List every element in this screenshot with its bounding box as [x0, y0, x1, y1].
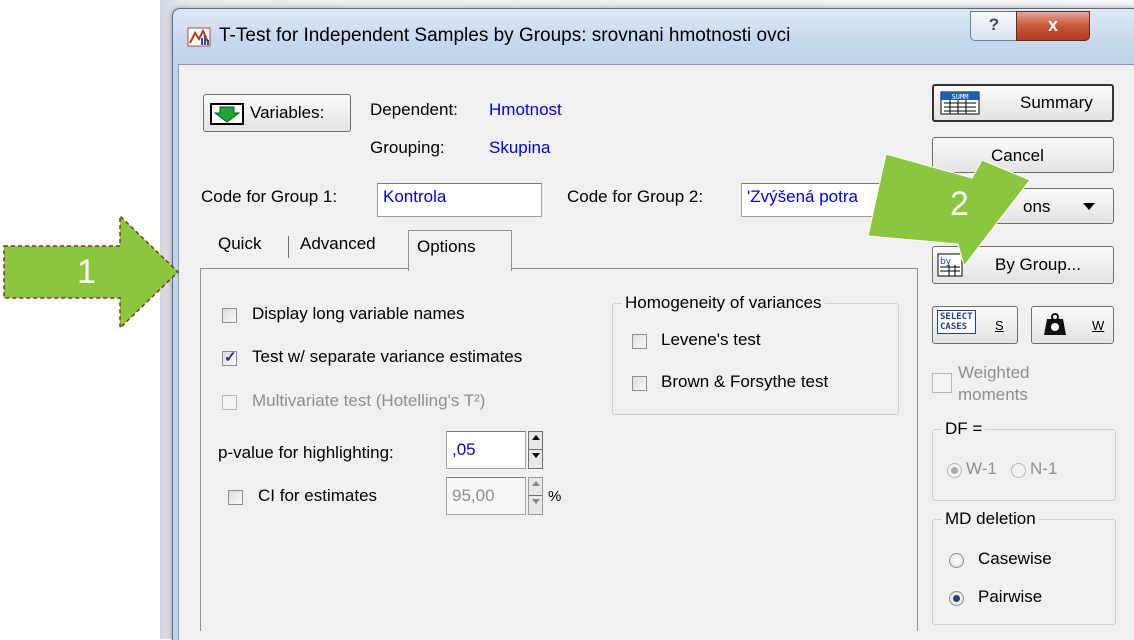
app-chart-icon	[187, 27, 211, 47]
select-cases-key: S	[995, 318, 1004, 333]
tab-options[interactable]: Options	[408, 230, 512, 271]
separate-variance-label: Test w/ separate variance estimates	[252, 347, 523, 366]
df-w1-radio[interactable]	[947, 463, 962, 478]
weight-button[interactable]: W	[1031, 306, 1114, 344]
summary-button[interactable]: SUMM Summary	[932, 84, 1114, 122]
dependent-value: Hmotnost	[489, 100, 562, 119]
spin-down-icon	[532, 499, 540, 504]
ci-estimates-label: CI for estimates	[258, 486, 378, 505]
md-deletion-group	[932, 519, 1116, 625]
md-deletion-title: MD deletion	[942, 509, 1039, 529]
close-button[interactable]: x	[1016, 11, 1090, 41]
annotation-label-1: 1	[77, 253, 96, 291]
group2-code-label: Code for Group 2:	[567, 187, 704, 206]
select-cases-icon: SELECT CASES	[937, 310, 976, 334]
summary-icon: SUMM	[940, 91, 980, 115]
separate-variance-checkbox[interactable]	[222, 348, 237, 366]
tab-advanced[interactable]: Advanced	[292, 228, 384, 262]
group2-code-input[interactable]: 'Zvýšená potra	[741, 183, 881, 217]
spin-up-icon	[532, 435, 540, 440]
df-title: DF =	[942, 419, 986, 439]
weight-key: W	[1092, 318, 1105, 333]
df-n1-radio[interactable]	[1011, 463, 1026, 478]
group1-code-input[interactable]: Kontrola	[377, 183, 542, 217]
brown-forsythe-label: Brown & Forsythe test	[661, 372, 829, 391]
levene-label: Levene's test	[661, 330, 761, 349]
weighted-moments-line1: Weighted	[958, 363, 1030, 382]
multivariate-label: Multivariate test (Hotelling's T²)	[252, 391, 486, 410]
pvalue-label: p-value for highlighting:	[218, 443, 394, 462]
pvalue-spinner[interactable]	[528, 431, 543, 469]
ci-estimates-checkbox[interactable]	[228, 490, 243, 505]
spin-down-icon	[532, 453, 540, 458]
brown-forsythe-checkbox[interactable]	[632, 376, 647, 391]
display-long-names-label: Display long variable names	[252, 304, 465, 323]
variables-label: Variables:	[250, 103, 325, 122]
annotation-arrow-2	[867, 153, 1031, 268]
display-long-names-checkbox[interactable]	[222, 308, 237, 323]
ci-spinner[interactable]	[528, 477, 543, 515]
pairwise-radio[interactable]	[949, 591, 964, 606]
summary-icon-text: SUMM	[952, 93, 969, 101]
multivariate-checkbox[interactable]	[222, 395, 237, 410]
spin-up-icon	[532, 481, 540, 486]
dependent-label: Dependent:	[370, 100, 458, 119]
homogeneity-group	[612, 303, 899, 415]
annotation-label-2: 2	[950, 185, 969, 223]
weighted-moments-label: Weighted moments	[958, 362, 1030, 406]
grouping-label: Grouping:	[370, 138, 445, 157]
chevron-down-icon	[1083, 203, 1095, 210]
casewise-radio[interactable]	[949, 553, 964, 568]
ci-value-input[interactable]: 95,00	[446, 477, 526, 515]
help-button[interactable]: ?	[970, 11, 1018, 41]
title-bar[interactable]: T-Test for Independent Samples by Groups…	[173, 9, 1134, 65]
df-w1-label: W-1	[966, 459, 997, 478]
homogeneity-title: Homogeneity of variances	[622, 293, 825, 313]
grouping-value: Skupina	[489, 138, 551, 157]
select-cases-icon-line1: SELECT	[940, 312, 973, 322]
df-n1-label: N-1	[1030, 459, 1058, 478]
weighted-moments-checkbox[interactable]	[932, 373, 952, 393]
tab-separator	[288, 236, 289, 258]
ci-percent-unit: %	[548, 488, 562, 505]
pairwise-label: Pairwise	[978, 587, 1043, 606]
select-cases-icon-line2: CASES	[940, 322, 968, 332]
weight-icon	[1044, 313, 1066, 335]
variables-icon	[210, 103, 244, 125]
weighted-moments-line2: moments	[958, 385, 1028, 404]
window-title: T-Test for Independent Samples by Groups…	[219, 25, 791, 46]
group1-code-label: Code for Group 1:	[201, 187, 338, 206]
variables-button[interactable]: Variables:	[203, 94, 351, 132]
levene-checkbox[interactable]	[632, 334, 647, 349]
summary-label: Summary	[1020, 93, 1093, 112]
pvalue-input[interactable]: ,05	[446, 431, 526, 469]
select-cases-button[interactable]: SELECT CASES S	[932, 306, 1018, 344]
tab-quick[interactable]: Quick	[210, 228, 270, 262]
casewise-label: Casewise	[978, 549, 1052, 568]
